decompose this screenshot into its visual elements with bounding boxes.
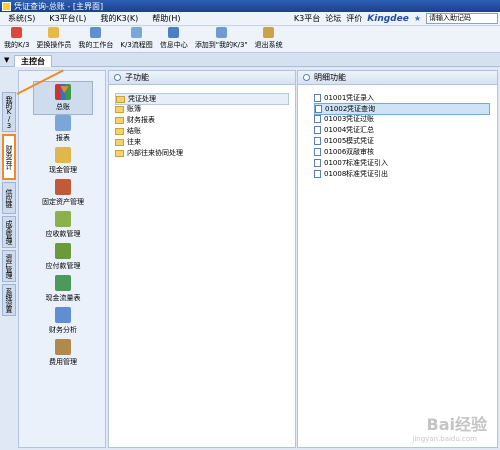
menu-help[interactable]: 帮助(H) <box>152 13 180 24</box>
menu-bar: 系统(S) K3平台(L) 我的K3(K) 帮助(H) K3平台 论坛 评价 K… <box>0 12 500 26</box>
collapse-icon[interactable] <box>114 74 121 81</box>
k3-flowchart-button[interactable]: K/3流程图 <box>120 27 153 52</box>
detail-function-header: 明细功能 <box>298 71 497 85</box>
folder-financial-reports[interactable]: 财务报表 <box>115 115 155 125</box>
folder-ledgers[interactable]: 账簿 <box>115 104 141 114</box>
watermark-url: jingyan.baidu.com <box>412 435 477 443</box>
folder-internal-collaboration[interactable]: 内部往来协同处理 <box>115 148 183 158</box>
folder-icon <box>115 105 124 113</box>
money-bag-icon <box>55 211 71 227</box>
flowchart-icon <box>131 27 143 38</box>
module-reports[interactable]: 报表 <box>19 113 107 145</box>
add-favorite-icon <box>215 27 227 38</box>
folder-voucher-processing[interactable]: 凭证处理 <box>115 93 289 105</box>
detail-item[interactable]: 01005 模式凭证 <box>314 136 374 146</box>
workbench-icon <box>90 27 102 38</box>
document-icon <box>314 137 321 145</box>
info-icon <box>168 27 180 38</box>
watermark-logo: Bai经验 <box>426 415 487 434</box>
chevron-down-icon[interactable]: ▼ <box>4 56 9 64</box>
menu-k3-platform[interactable]: K3平台(L) <box>49 13 86 24</box>
window-title: 凭证查询-总账 - [主界面] <box>14 1 104 11</box>
help-code-input[interactable]: 请输入助记码 <box>426 13 498 24</box>
document-icon <box>314 148 321 156</box>
folder-current-accounts[interactable]: 往来 <box>115 137 141 147</box>
document-icon <box>314 126 321 134</box>
link-forum[interactable]: 论坛 <box>325 13 341 24</box>
document-icon <box>314 115 321 123</box>
side-tab-financial-accounting[interactable]: 财务会计 <box>2 134 16 180</box>
collapse-icon[interactable] <box>303 74 310 81</box>
analysis-icon <box>55 307 71 323</box>
link-rating[interactable]: 评价 <box>346 13 362 24</box>
report-icon <box>55 115 71 131</box>
document-icon <box>315 105 322 113</box>
fixed-asset-icon <box>55 179 71 195</box>
kingdee-logo: Kingdee <box>367 13 409 24</box>
module-fixed-assets[interactable]: 固定资产管理 <box>19 177 107 209</box>
my-workbench-button[interactable]: 我的工作台 <box>78 27 113 52</box>
document-icon <box>314 159 321 167</box>
link-k3-platform[interactable]: K3平台 <box>294 13 320 24</box>
side-tab-system-settings[interactable]: 系统设置 <box>2 284 16 316</box>
detail-item[interactable]: 01001 凭证录入 <box>314 93 374 103</box>
document-icon <box>314 94 321 102</box>
tab-main-console[interactable]: 主控台 <box>14 55 52 67</box>
side-tabs: 我的K/3 财务会计 供应链 成本管理 资产管理 系统设置 <box>2 92 16 318</box>
expense-icon <box>55 339 71 355</box>
sub-function-panel: 子功能 凭证处理 账簿 财务报表 结账 往来 内部往来协同处理 <box>108 70 296 448</box>
tab-bar: ▼ 主控台 <box>0 53 500 67</box>
my-k3-button[interactable]: 我的K/3 <box>4 27 29 52</box>
menu-my-k3[interactable]: 我的K3(K) <box>100 13 138 24</box>
detail-item[interactable]: 01006 双敲审核 <box>314 147 374 157</box>
module-cash-management[interactable]: 现金管理 <box>19 145 107 177</box>
module-accounts-payable[interactable]: 应付款管理 <box>19 241 107 273</box>
side-tab-asset-management[interactable]: 资产管理 <box>2 250 16 282</box>
cash-icon <box>55 147 71 163</box>
module-cash-flow-statement[interactable]: 现金流量表 <box>19 273 107 305</box>
exit-system-button[interactable]: 退出系统 <box>255 27 283 52</box>
menu-system[interactable]: 系统(S) <box>8 13 35 24</box>
module-expense-management[interactable]: 费用管理 <box>19 337 107 369</box>
detail-item[interactable]: 01008 标准凭证引出 <box>314 169 388 179</box>
side-tab-supply-chain[interactable]: 供应链 <box>2 182 16 214</box>
title-bar: 凭证查询-总账 - [主界面] <box>0 0 500 12</box>
document-icon <box>314 170 321 178</box>
detail-function-panel: 明细功能 01001 凭证录入 01002 凭证查询 01003 凭证过账 01… <box>297 70 498 448</box>
detail-item[interactable]: 01004 凭证汇总 <box>314 125 374 135</box>
module-accounts-receivable[interactable]: 应收款管理 <box>19 209 107 241</box>
home-icon <box>11 27 23 38</box>
star-icon[interactable]: ★ <box>414 14 421 23</box>
cash-flow-icon <box>55 275 71 291</box>
info-center-button[interactable]: 信息中心 <box>160 27 188 52</box>
folder-icon <box>115 138 124 146</box>
module-panel: 总账 报表 现金管理 固定资产管理 应收款管理 应付款管理 现金流量表 财务分析… <box>18 70 106 448</box>
module-financial-analysis[interactable]: 财务分析 <box>19 305 107 337</box>
add-to-my-k3-button[interactable]: 添加到"我的K/3" <box>195 27 248 52</box>
operator-icon <box>48 27 60 38</box>
toolbar: 我的K/3 更换操作员 我的工作台 K/3流程图 信息中心 添加到"我的K/3"… <box>0 26 500 53</box>
exit-icon <box>263 27 275 38</box>
folder-icon <box>115 149 124 157</box>
folder-icon <box>115 127 124 135</box>
folder-icon <box>116 95 125 103</box>
change-operator-button[interactable]: 更换操作员 <box>36 27 71 52</box>
detail-item[interactable]: 01003 凭证过账 <box>314 114 374 124</box>
side-tab-cost-management[interactable]: 成本管理 <box>2 216 16 248</box>
folder-period-close[interactable]: 结账 <box>115 126 141 136</box>
folder-icon <box>115 116 124 124</box>
app-icon <box>2 1 11 11</box>
payable-icon <box>55 243 71 259</box>
detail-item[interactable]: 01007 标准凭证引入 <box>314 158 388 168</box>
sub-function-header: 子功能 <box>109 71 295 85</box>
side-tab-my-k3[interactable]: 我的K/3 <box>2 92 16 132</box>
